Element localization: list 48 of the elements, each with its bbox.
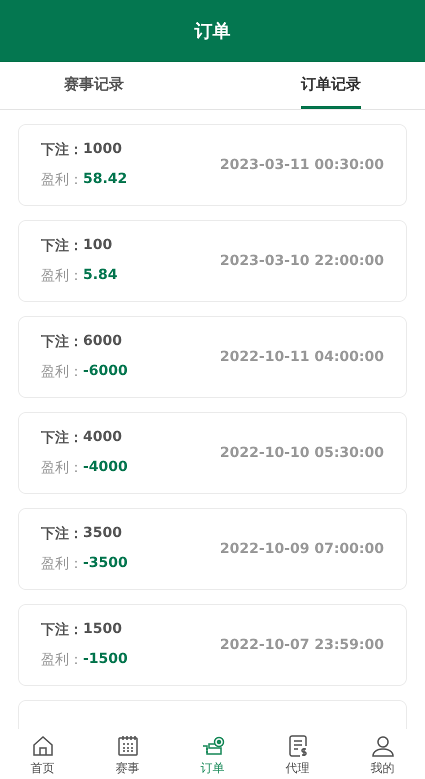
order-time: 2022-10-11 04:00:00 (220, 349, 384, 365)
bet-label: 下注： (41, 429, 83, 447)
order-card[interactable]: 下注：1500 盈利：-1500 2022-10-07 23:59:00 (18, 604, 407, 686)
bet-label: 下注： (41, 333, 83, 351)
profit-label: 盈利： (41, 363, 83, 381)
profit-amount: 5.84 (83, 267, 118, 285)
order-card[interactable]: 下注：1000 盈利：58.42 2023-03-11 00:30:00 (18, 124, 407, 206)
calendar-icon (116, 734, 140, 758)
profit-label: 盈利： (41, 651, 83, 669)
nav-item[interactable]: 首页 (12, 729, 72, 779)
nav-item[interactable]: 赛事 (98, 729, 158, 779)
profit-amount: 58.42 (83, 171, 128, 189)
bet-label: 下注： (41, 237, 83, 255)
order-card[interactable]: 下注：100 盈利：5.84 2023-03-10 22:00:00 (18, 220, 407, 302)
user-icon (370, 734, 394, 758)
nav-item[interactable]: 订单 (182, 729, 242, 779)
order-time: 2022-10-09 07:00:00 (220, 541, 384, 557)
bet-label: 下注： (41, 621, 83, 639)
profit-label: 盈利： (41, 171, 83, 189)
bet-amount: 6000 (83, 333, 122, 351)
ticket-ball-icon (200, 734, 224, 758)
profit-label: 盈利： (41, 267, 83, 285)
nav-item[interactable]: 代理 (268, 729, 328, 779)
bet-label: 下注： (41, 525, 83, 543)
bet-amount: 3500 (83, 525, 122, 543)
order-time: 2022-10-07 23:59:00 (220, 637, 384, 653)
order-card[interactable]: 下注：4000 盈利：-4000 2022-10-10 05:30:00 (18, 412, 407, 494)
profit-amount: -3500 (83, 555, 128, 573)
bet-amount: 4000 (83, 429, 122, 447)
nav-item[interactable]: 我的 (352, 729, 412, 779)
bet-amount: 100 (83, 237, 112, 255)
bet-label: 下注： (41, 141, 83, 159)
order-card[interactable]: 下注：3500 盈利：-3500 2022-10-09 07:00:00 (18, 508, 407, 590)
bet-amount: 1500 (83, 621, 122, 639)
home-icon (30, 734, 54, 758)
order-time: 2022-10-10 05:30:00 (220, 445, 384, 461)
order-card[interactable]: 下注：6000 盈利：-6000 2022-10-11 04:00:00 (18, 316, 407, 398)
profit-amount: -4000 (83, 459, 128, 477)
bet-amount: 1000 (83, 141, 122, 159)
order-time: 2023-03-11 00:30:00 (220, 157, 384, 173)
tab[interactable]: 赛事记录 (64, 62, 124, 109)
tab[interactable]: 订单记录 (301, 62, 361, 109)
profit-amount: -1500 (83, 651, 128, 669)
profit-label: 盈利： (41, 459, 83, 477)
profit-label: 盈利： (41, 555, 83, 573)
profit-amount: -6000 (83, 363, 128, 381)
order-time: 2023-03-10 22:00:00 (220, 253, 384, 269)
page-title: 订单 (194, 20, 230, 43)
